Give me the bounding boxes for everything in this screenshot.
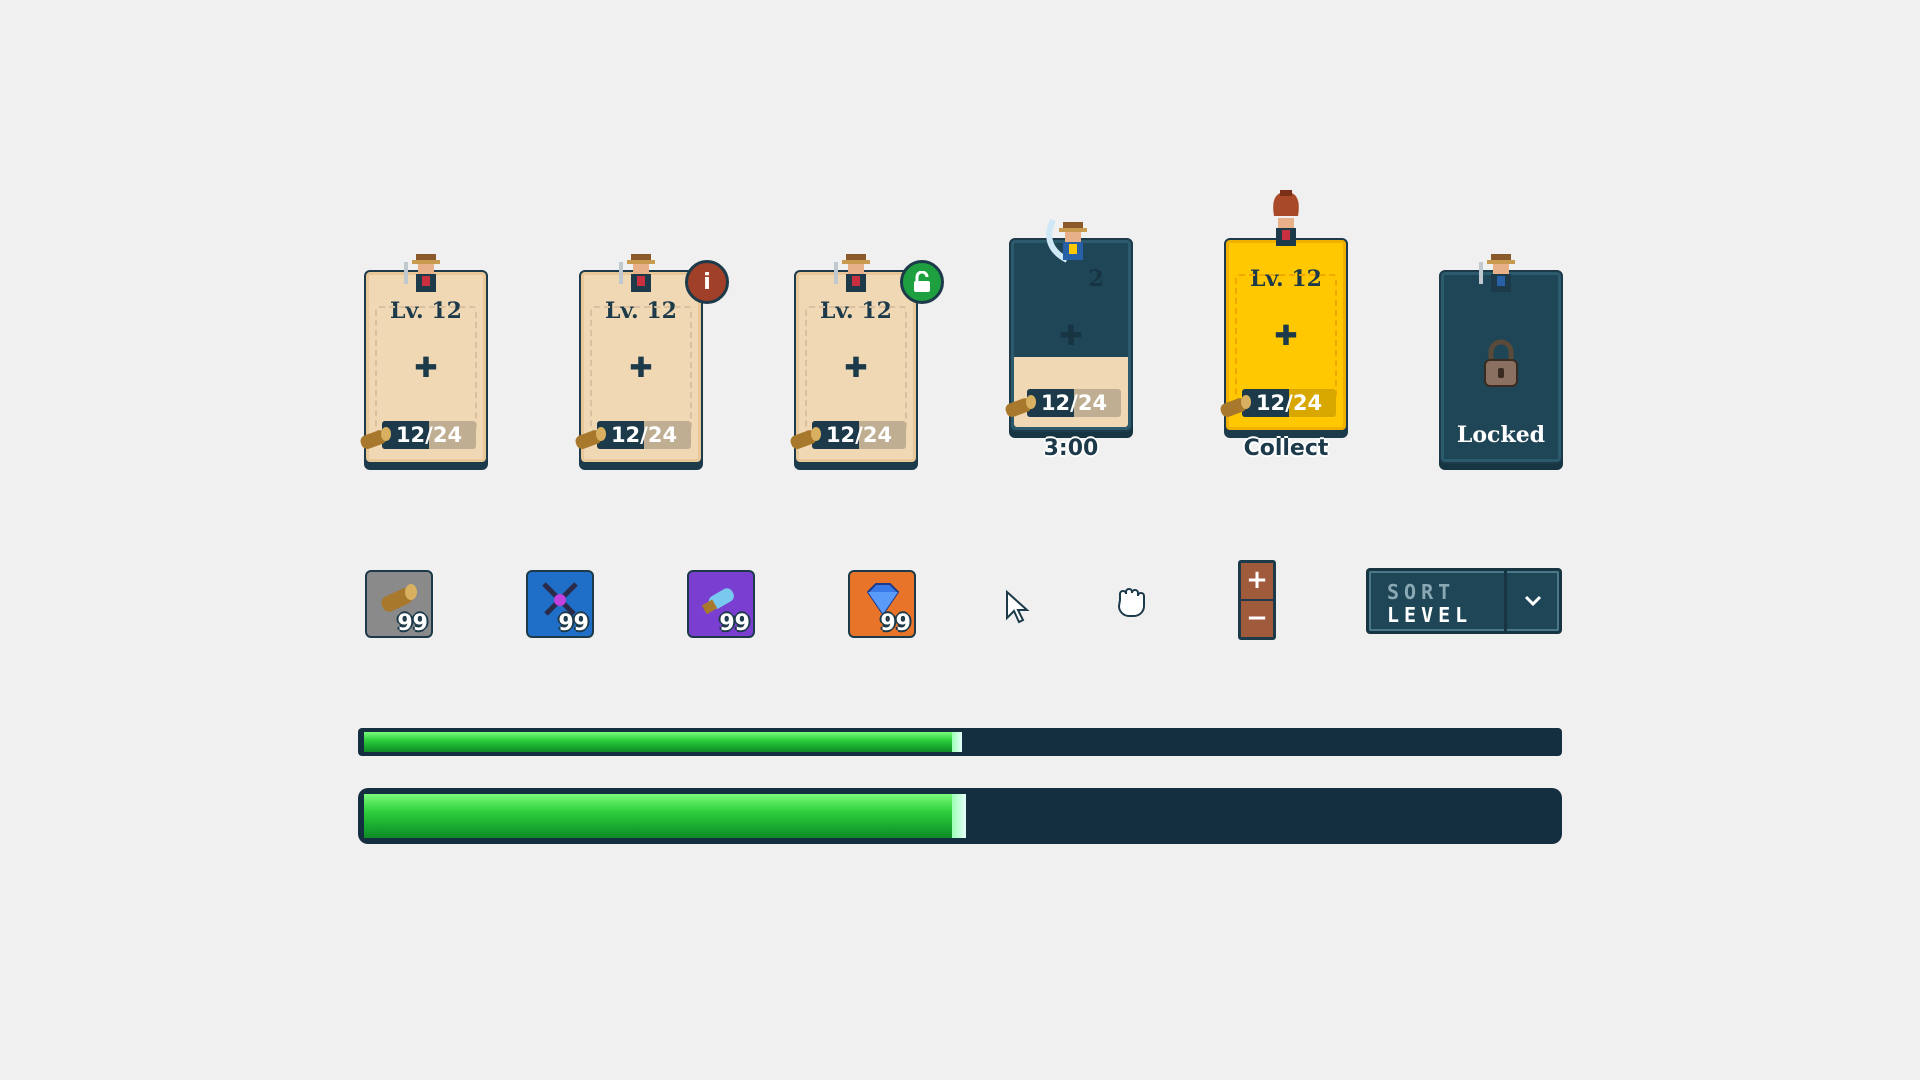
- sort-label: SORT LEVEL: [1387, 581, 1472, 627]
- plus-button[interactable]: +: [1241, 563, 1273, 601]
- progress-bar-thick: [358, 788, 1562, 844]
- item-diamond[interactable]: 99: [848, 570, 916, 638]
- padlock-icon: [1484, 339, 1518, 387]
- xp-bar: 12/24: [1242, 389, 1336, 417]
- progress-fill-tip: [952, 732, 962, 752]
- unlock-icon[interactable]: [900, 260, 944, 304]
- item-scroll[interactable]: 99: [687, 570, 755, 638]
- treasure-sack-icon: [1273, 190, 1299, 246]
- chevron-down-icon[interactable]: [1504, 571, 1559, 631]
- hero-card-1[interactable]: Lv. 12 ✚ 12/24: [360, 254, 488, 464]
- minus-button[interactable]: −: [1241, 601, 1273, 637]
- pirate-hero-icon: [1479, 254, 1515, 292]
- plus-cross-icon: ✚: [1059, 319, 1083, 352]
- log-icon: [790, 427, 821, 449]
- pirate-hero-icon: [404, 254, 440, 292]
- progress-fill: [364, 732, 952, 752]
- xp-text: 12/24: [825, 423, 893, 447]
- plus-cross-icon: ✚: [414, 351, 438, 384]
- hero-card-3[interactable]: Lv. 12 ✚ 12/24: [790, 254, 944, 464]
- sort-label-line2: LEVEL: [1387, 603, 1473, 627]
- quantity-stepper[interactable]: + −: [1238, 560, 1276, 640]
- pointer-cursor-icon: [1006, 590, 1030, 624]
- xp-text: 12/24: [1255, 391, 1323, 415]
- progress-fill: [364, 794, 952, 838]
- progress-bar-thin: [358, 728, 1562, 756]
- pirate-hero-icon: [619, 254, 655, 292]
- hero-card-2[interactable]: Lv. 12 ✚ 12/24 i: [575, 254, 729, 464]
- item-count: 99: [558, 611, 589, 636]
- xp-bar: 12/24: [1027, 389, 1121, 417]
- grab-cursor-icon: [1117, 588, 1145, 617]
- log-icon: [575, 427, 606, 449]
- pirate-hero-icon: [834, 254, 870, 292]
- hero-card-6-locked: Locked: [1439, 254, 1563, 464]
- xp-text: 12/24: [395, 423, 463, 447]
- plus-cross-icon: ✚: [844, 351, 868, 384]
- xp-bar: 12/24: [597, 421, 691, 449]
- item-log[interactable]: 99: [365, 570, 433, 638]
- xp-bar: 12/24: [812, 421, 906, 449]
- sort-dropdown[interactable]: SORT LEVEL: [1366, 568, 1562, 634]
- xp-bar: 12/24: [382, 421, 476, 449]
- plus-cross-icon: ✚: [629, 351, 653, 384]
- info-badge[interactable]: i: [685, 260, 729, 304]
- locked-label: Locked: [1456, 422, 1546, 448]
- hero-card-5-ready[interactable]: Lv. 12 ✚ 12/24: [1220, 190, 1348, 432]
- training-timer: 3:00: [1043, 436, 1099, 461]
- card-level: 2: [1088, 266, 1104, 292]
- item-count: 99: [397, 611, 428, 636]
- plus-cross-icon: ✚: [1274, 319, 1298, 352]
- log-icon: [360, 427, 391, 449]
- progress-fill-tip: [952, 794, 966, 838]
- log-icon: [1005, 395, 1036, 417]
- log-icon: [1220, 395, 1251, 417]
- hero-card-4-training[interactable]: 2 ✚ 12/24: [1005, 218, 1133, 432]
- item-count: 99: [880, 611, 911, 636]
- xp-text: 12/24: [1040, 391, 1108, 415]
- sort-label-line1: SORT: [1387, 580, 1456, 604]
- xp-text: 12/24: [610, 423, 678, 447]
- item-count: 99: [719, 611, 750, 636]
- collect-button[interactable]: Collect: [1224, 436, 1348, 461]
- pirate-hero-icon: [1046, 218, 1087, 263]
- item-swords[interactable]: 99: [526, 570, 594, 638]
